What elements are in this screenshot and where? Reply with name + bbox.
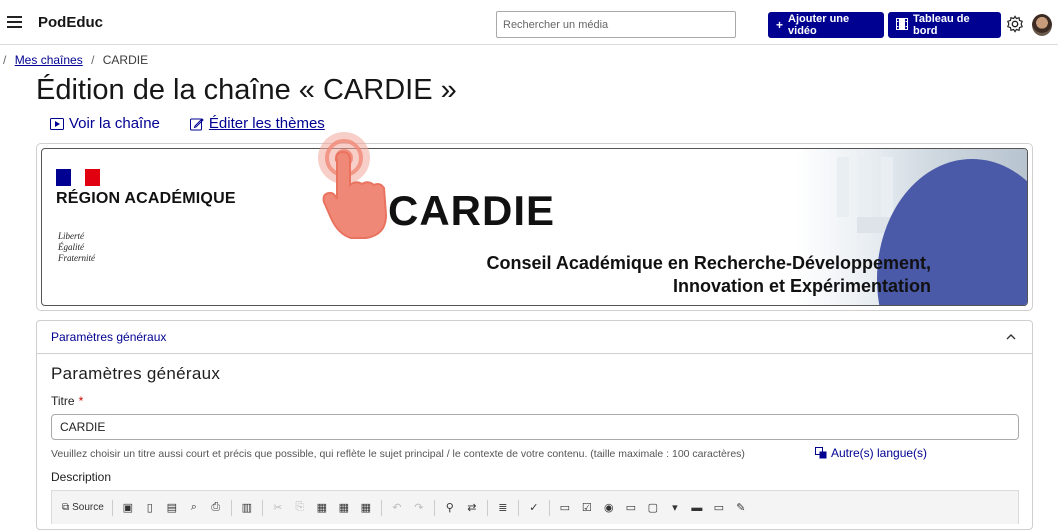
source-icon: ⧉ (62, 502, 70, 513)
republique-flag-logo (56, 169, 101, 186)
source-button[interactable]: ⧉ Source (62, 501, 104, 515)
breadcrumb-separator: / (3, 53, 7, 67)
dashboard-label: Tableau de bord (913, 13, 970, 37)
top-navbar: PodEduc + Ajouter une vidéo Tableau de b… (0, 0, 1058, 45)
accordion-title: Paramètres généraux (51, 330, 167, 344)
user-avatar[interactable] (1032, 14, 1052, 36)
banner-channel-name: CARDIE (388, 187, 556, 234)
banner-region-text: RÉGION ACADÉMIQUE (56, 190, 236, 207)
translate-icon (815, 447, 827, 459)
other-languages-link[interactable]: Autre(s) langue(s) (815, 446, 927, 460)
dashboard-button[interactable]: Tableau de bord (888, 12, 1001, 38)
form-icon[interactable]: ▭ (558, 501, 572, 515)
breadcrumb-separator: / (91, 53, 95, 67)
other-languages-label: Autre(s) langue(s) (831, 446, 928, 460)
paste-word-icon[interactable]: ▦ (359, 501, 373, 515)
film-icon (896, 17, 908, 33)
redo-icon[interactable]: ↷ (412, 501, 426, 515)
image-button-icon[interactable]: ▭ (712, 501, 726, 515)
save-icon[interactable]: ▣ (121, 501, 135, 515)
banner-subtitle-line: Conseil Académique en Recherche-Développ… (486, 253, 931, 273)
edit-themes-link[interactable]: Éditer les thèmes (189, 115, 325, 132)
breadcrumb-link-my-channels[interactable]: Mes chaînes (15, 53, 83, 67)
rich-text-toolbar: ⧉ Source ▣ ▯ ▤ ⌕ ⎙ ▥ ✂ ⎘ ▦ ▦ ▦ ↶ ↷ ⚲ ⇄ ≣ … (51, 490, 1019, 524)
banner-motto: Liberté Égalité Fraternité (58, 231, 95, 264)
banner-subtitle: Conseil Académique en Recherche-Développ… (487, 252, 931, 298)
menu-icon[interactable] (7, 16, 22, 28)
copy-icon[interactable]: ⎘ (293, 501, 307, 515)
textarea-icon[interactable]: ▢ (646, 501, 660, 515)
paste-text-icon[interactable]: ▦ (337, 501, 351, 515)
button-icon[interactable]: ▬ (690, 501, 704, 515)
general-settings-accordion: Paramètres généraux Paramètres généraux … (36, 320, 1033, 530)
title-label: Titre * (51, 394, 83, 408)
cut-icon[interactable]: ✂ (271, 501, 285, 515)
motto-line: Fraternité (58, 253, 95, 263)
add-video-button[interactable]: + Ajouter une vidéo (768, 12, 884, 38)
print-icon[interactable]: ⎙ (209, 501, 223, 515)
site-brand[interactable]: PodEduc (38, 14, 103, 31)
search-input[interactable] (496, 11, 736, 38)
title-help-text: Veuillez choisir un titre aussi court et… (51, 448, 745, 460)
breadcrumb: / Mes chaînes / CARDIE (3, 53, 148, 67)
banner-subtitle-line: Innovation et Expérimentation (672, 276, 931, 296)
breadcrumb-current: CARDIE (102, 53, 149, 67)
channel-banner-card: RÉGION ACADÉMIQUE Liberté Égalité Frater… (36, 143, 1033, 311)
add-video-label: Ajouter une vidéo (788, 13, 850, 37)
textfield-icon[interactable]: ▭ (624, 501, 638, 515)
view-channel-link[interactable]: Voir la chaîne (50, 115, 160, 132)
general-settings-toggle[interactable]: Paramètres généraux (37, 321, 1032, 354)
edit-themes-label: Éditer les thèmes (208, 115, 325, 132)
undo-icon[interactable]: ↶ (390, 501, 404, 515)
templates-icon[interactable]: ▥ (240, 501, 254, 515)
hand-pointer-icon (318, 132, 388, 239)
select-icon[interactable]: ▾ (668, 501, 682, 515)
edit-icon (189, 117, 204, 130)
paste-icon[interactable]: ▦ (315, 501, 329, 515)
motto-line: Égalité (58, 242, 84, 252)
preview-icon[interactable]: ⌕ (187, 501, 201, 515)
channel-actions: Voir la chaîne Éditer les thèmes (50, 115, 325, 132)
spellcheck-icon[interactable]: ✓ (527, 501, 541, 515)
play-icon (50, 117, 64, 130)
pdf-icon[interactable]: ▤ (165, 501, 179, 515)
view-channel-label: Voir la chaîne (69, 115, 160, 132)
source-label: Source (72, 502, 104, 513)
title-label-text: Titre (51, 394, 75, 408)
hidden-field-icon[interactable]: ✎ (734, 501, 748, 515)
radio-icon[interactable]: ◉ (602, 501, 616, 515)
plus-icon: + (776, 18, 784, 32)
required-mark: * (78, 394, 84, 408)
select-all-icon[interactable]: ≣ (496, 501, 510, 515)
chevron-up-icon (1006, 334, 1016, 340)
section-title: Paramètres généraux (51, 364, 221, 383)
page-title: Édition de la chaîne « CARDIE » (36, 74, 457, 106)
gear-icon[interactable] (1006, 15, 1024, 33)
description-label: Description (51, 470, 112, 484)
find-icon[interactable]: ⚲ (443, 501, 457, 515)
checkbox-icon[interactable]: ☑ (580, 501, 594, 515)
title-input[interactable] (51, 414, 1019, 440)
new-page-icon[interactable]: ▯ (143, 501, 157, 515)
replace-icon[interactable]: ⇄ (465, 501, 479, 515)
channel-banner-image: RÉGION ACADÉMIQUE Liberté Égalité Frater… (41, 148, 1028, 306)
motto-line: Liberté (58, 231, 84, 241)
